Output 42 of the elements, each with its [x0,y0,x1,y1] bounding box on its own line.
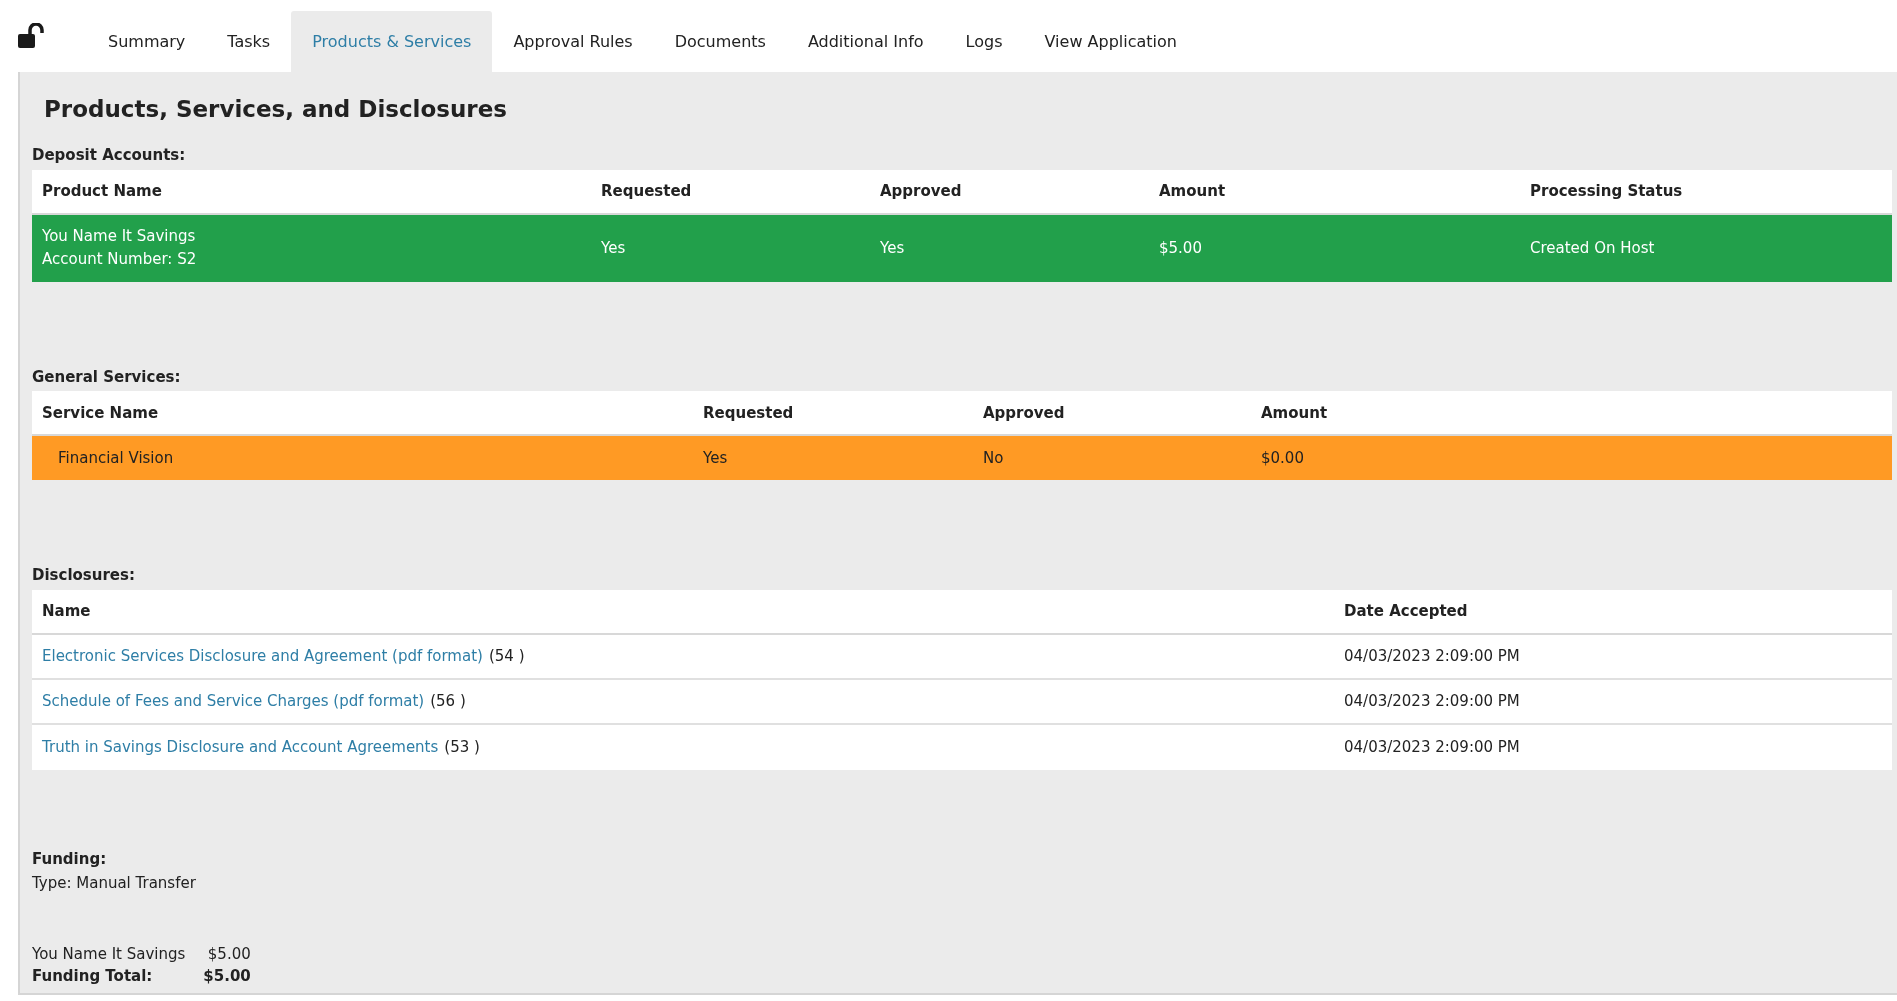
column-header: Approved [880,182,962,200]
column-header: Date Accepted [1344,602,1468,620]
section-label: Funding: [32,848,107,870]
unlocked-padlock-icon [17,23,47,49]
funding-type: Type: Manual Transfer [32,873,196,894]
table-cell-text: You Name It Savings [42,226,196,247]
table-cell: $5.00 [1159,239,1202,257]
column-header: Requested [703,403,794,422]
table-cell: 04/03/2023 2:09:00 PM [1344,692,1520,710]
column-header: Name [42,602,91,620]
table-cell: No [983,449,1004,467]
table-cell: Financial Vision [58,449,174,467]
document-link[interactable]: Truth in Savings Disclosure and Account Agreements [42,735,439,759]
document-link[interactable]: Schedule of Fees and Service Charges (pdf format) [42,689,425,713]
table-cell: Yes [880,239,905,257]
table-cell: $0.00 [1261,449,1304,467]
table-cell: Yes [703,449,728,467]
table-cell-text: Account Number: S2 [42,249,197,270]
column-header: Amount [1159,182,1226,200]
column-header: Amount [1261,403,1328,422]
section-label: General Services: [32,366,181,388]
table-cell-text: (56 ) [430,690,466,712]
table-cell-text: (54 ) [488,645,525,667]
funding-item-amount: $5.00 [206,943,251,965]
tab[interactable]: Products & Services [291,11,493,72]
table-cell: 04/03/2023 2:09:00 PM [1344,738,1520,756]
funding-total-label: Funding Total: [32,966,154,987]
column-header: Processing Status [1530,182,1683,200]
section-label: Disclosures: [32,565,135,586]
column-header: Product Name [42,182,162,200]
column-header: Approved [983,403,1065,422]
column-header: Requested [601,182,692,200]
table-cell: Yes [601,239,626,257]
table-cell: Created On Host [1530,239,1655,257]
table-cell-text: (53 ) [444,736,480,758]
column-header: Service Name [42,403,159,422]
page-title: Products, Services, and Disclosures [44,95,508,124]
funding-item-label: You Name It Savings [32,943,186,965]
table-cell: 04/03/2023 2:09:00 PM [1344,647,1520,665]
section-label: Deposit Accounts: [32,145,186,166]
document-link[interactable]: Electronic Services Disclosure and Agreement (pdf format) [42,644,483,668]
funding-total-amount: $5.00 [203,966,251,987]
